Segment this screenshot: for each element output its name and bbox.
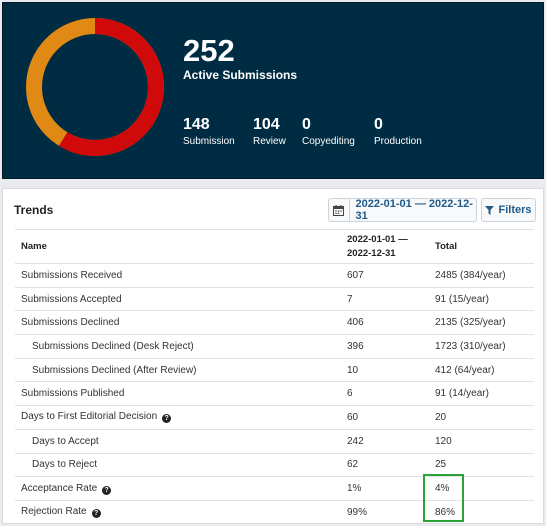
column-header-period: 2022-01-01 — 2022-12-31 bbox=[338, 229, 426, 264]
period-header-line2: 2022-12-31 bbox=[347, 248, 396, 259]
table-row: Rejection Rate? 99% 86% bbox=[15, 499, 534, 525]
row-name: Days to Accept bbox=[15, 428, 338, 453]
table-row: Days to First Editorial Decision? 60 20 bbox=[15, 405, 534, 430]
row-name: Submissions Declined bbox=[15, 310, 338, 335]
stage-copyediting[interactable]: 0 Copyediting bbox=[302, 116, 355, 148]
row-name: Submissions Declined (Desk Reject) bbox=[15, 334, 338, 359]
row-total-value: 1723 (310/year) bbox=[426, 334, 534, 359]
stage-label: Copyediting bbox=[302, 136, 355, 147]
table-row: Submissions Accepted 7 91 (15/year) bbox=[15, 286, 534, 311]
stage-count: 148 bbox=[183, 116, 210, 133]
column-header-name: Name bbox=[15, 229, 338, 264]
table-row: Submissions Declined (After Review) 10 4… bbox=[15, 357, 534, 382]
row-period-value: 1% bbox=[338, 476, 426, 501]
help-icon[interactable]: ? bbox=[162, 414, 172, 424]
row-total-value: 86% bbox=[426, 499, 534, 525]
row-name: Days to Reject bbox=[15, 452, 338, 477]
row-total-value: 2135 (325/year) bbox=[426, 310, 534, 335]
table-header-row: Name 2022-01-01 — 2022-12-31 Total bbox=[15, 229, 534, 264]
row-name: Days to First Editorial Decision bbox=[21, 411, 158, 423]
help-icon[interactable]: ? bbox=[91, 509, 101, 519]
trends-panel: Trends 2022-01-01 — 2022-12-31 Filters N… bbox=[2, 188, 544, 525]
row-period-value: 6 bbox=[338, 381, 426, 406]
stage-count: 0 bbox=[302, 116, 311, 133]
row-total-value: 2485 (384/year) bbox=[426, 263, 534, 288]
submissions-summary-panel: 252 Active Submissions 148 Submission 10… bbox=[2, 2, 544, 179]
row-name: Acceptance Rate bbox=[21, 482, 98, 494]
row-total-value: 20 bbox=[426, 405, 534, 430]
table-row: Submissions Published 6 91 (14/year) bbox=[15, 381, 534, 406]
stage-label: Production bbox=[374, 136, 422, 147]
column-header-total: Total bbox=[426, 229, 534, 264]
stage-submission[interactable]: 148 Submission bbox=[183, 116, 235, 148]
row-name: Submissions Received bbox=[15, 263, 338, 288]
date-range-button[interactable]: 2022-01-01 — 2022-12-31 bbox=[328, 198, 477, 222]
stage-label: Submission bbox=[183, 136, 235, 147]
filter-icon bbox=[485, 205, 495, 215]
row-period-value: 99% bbox=[338, 499, 426, 525]
row-period-value: 607 bbox=[338, 263, 426, 288]
filters-button[interactable]: Filters bbox=[481, 198, 536, 222]
row-name: Submissions Declined (After Review) bbox=[15, 357, 338, 382]
row-total-value: 25 bbox=[426, 452, 534, 477]
row-total-value: 91 (14/year) bbox=[426, 381, 534, 406]
row-name: Submissions Accepted bbox=[15, 286, 338, 311]
stage-count: 104 bbox=[253, 116, 280, 133]
filters-label: Filters bbox=[498, 204, 532, 216]
submissions-donut-chart bbox=[26, 18, 164, 156]
row-total-value: 4% bbox=[426, 476, 534, 501]
active-submissions-label: Active Submissions bbox=[183, 68, 298, 82]
row-total-value: 91 (15/year) bbox=[426, 286, 534, 311]
row-name-cell: Rejection Rate? bbox=[15, 499, 338, 525]
row-period-value: 396 bbox=[338, 334, 426, 359]
help-icon[interactable]: ? bbox=[102, 485, 112, 495]
row-period-value: 242 bbox=[338, 428, 426, 453]
row-period-value: 60 bbox=[338, 405, 426, 430]
row-total-value: 120 bbox=[426, 428, 534, 453]
stage-production[interactable]: 0 Production bbox=[374, 116, 422, 148]
row-total-value: 412 (64/year) bbox=[426, 357, 534, 382]
row-period-value: 406 bbox=[338, 310, 426, 335]
row-name: Rejection Rate bbox=[21, 506, 87, 518]
table-row: Submissions Received 607 2485 (384/year) bbox=[15, 263, 534, 288]
row-name-cell: Acceptance Rate? bbox=[15, 476, 338, 501]
table-row: Submissions Declined 406 2135 (325/year) bbox=[15, 310, 534, 335]
row-period-value: 7 bbox=[338, 286, 426, 311]
row-name-cell: Days to First Editorial Decision? bbox=[15, 405, 338, 430]
trends-title: Trends bbox=[14, 203, 54, 217]
row-name: Submissions Published bbox=[15, 381, 338, 406]
date-range-label: 2022-01-01 — 2022-12-31 bbox=[355, 198, 473, 222]
calendar-icon bbox=[329, 199, 350, 221]
trends-table: Name 2022-01-01 — 2022-12-31 Total Submi… bbox=[15, 229, 534, 525]
table-row: Acceptance Rate? 1% 4% bbox=[15, 476, 534, 501]
stage-review[interactable]: 104 Review bbox=[253, 116, 286, 148]
table-row: Days to Accept 242 120 bbox=[15, 428, 534, 453]
table-row: Days to Reject 62 25 bbox=[15, 452, 534, 477]
period-header-line1: 2022-01-01 — bbox=[347, 234, 408, 245]
stage-count: 0 bbox=[374, 116, 383, 133]
stage-label: Review bbox=[253, 136, 286, 147]
row-period-value: 62 bbox=[338, 452, 426, 477]
table-row: Submissions Declined (Desk Reject) 396 1… bbox=[15, 334, 534, 359]
row-period-value: 10 bbox=[338, 357, 426, 382]
active-submissions-count: 252 bbox=[183, 33, 235, 68]
